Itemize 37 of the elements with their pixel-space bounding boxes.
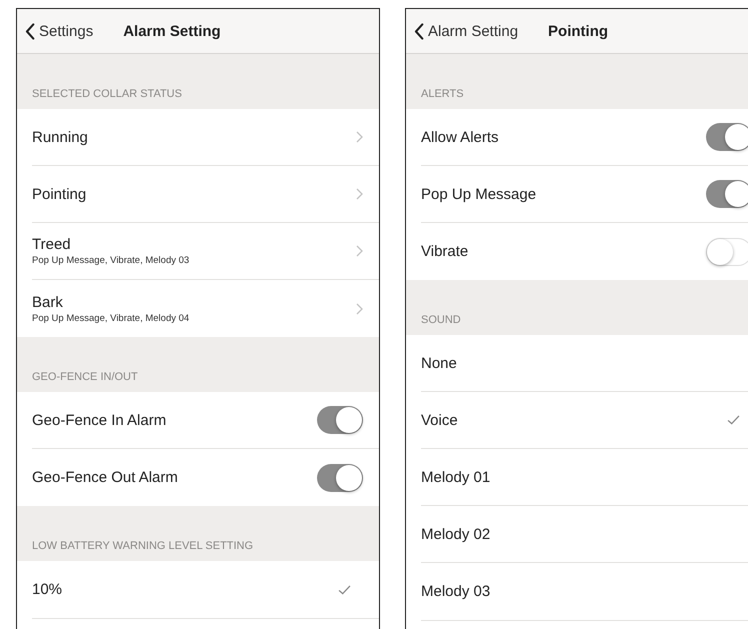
row-label: Pointing (32, 186, 86, 202)
screen-title: Alarm Setting (123, 22, 221, 40)
toggle-switch[interactable] (317, 464, 363, 492)
row-label: 10% (32, 581, 62, 598)
toggle-switch[interactable] (317, 406, 363, 434)
section-header: SOUND (421, 314, 461, 326)
toggle-switch[interactable] (706, 123, 748, 151)
row-label: Vibrate (421, 243, 468, 260)
chevron-right-icon (356, 302, 363, 314)
section-header: SELECTED COLLAR STATUS (32, 88, 182, 100)
screen-title: Pointing (548, 22, 608, 40)
row-detail: Pop Up Message, Vibrate, Melody 03 (32, 255, 190, 266)
row-label: Geo-Fence Out Alarm (32, 469, 178, 486)
row-detail: Pop Up Message, Vibrate, Melody 04 (32, 312, 190, 324)
row-label: Melody 01 (421, 468, 490, 486)
row-label: Running (32, 128, 88, 146)
row-label: Melody 03 (421, 583, 490, 600)
row-label: None (421, 354, 457, 372)
row-label: Treed (32, 236, 72, 253)
chevron-right-icon (356, 188, 363, 200)
row-label: Pop Up Message (421, 186, 536, 202)
row-label: Allow Alerts (421, 128, 499, 146)
toggle-switch[interactable] (706, 238, 748, 266)
toggle-switch[interactable] (706, 180, 748, 208)
section-header: LOW BATTERY WARNING LEVEL SETTING (32, 540, 254, 552)
row-label: Melody 02 (421, 526, 490, 542)
back-button[interactable]: Alarm Setting (414, 22, 518, 40)
section-header: GEO-FENCE IN/OUT (32, 371, 138, 383)
row-label: Geo-Fence In Alarm (32, 412, 166, 428)
row-label: Bark (32, 294, 64, 310)
back-chevron-icon (25, 22, 35, 40)
back-button[interactable]: Settings (25, 22, 94, 40)
chevron-right-icon (356, 245, 363, 257)
row-label: Voice (421, 412, 458, 428)
section-header: ALERTS (421, 88, 464, 100)
back-chevron-icon (414, 22, 424, 40)
chevron-right-icon (356, 131, 363, 143)
